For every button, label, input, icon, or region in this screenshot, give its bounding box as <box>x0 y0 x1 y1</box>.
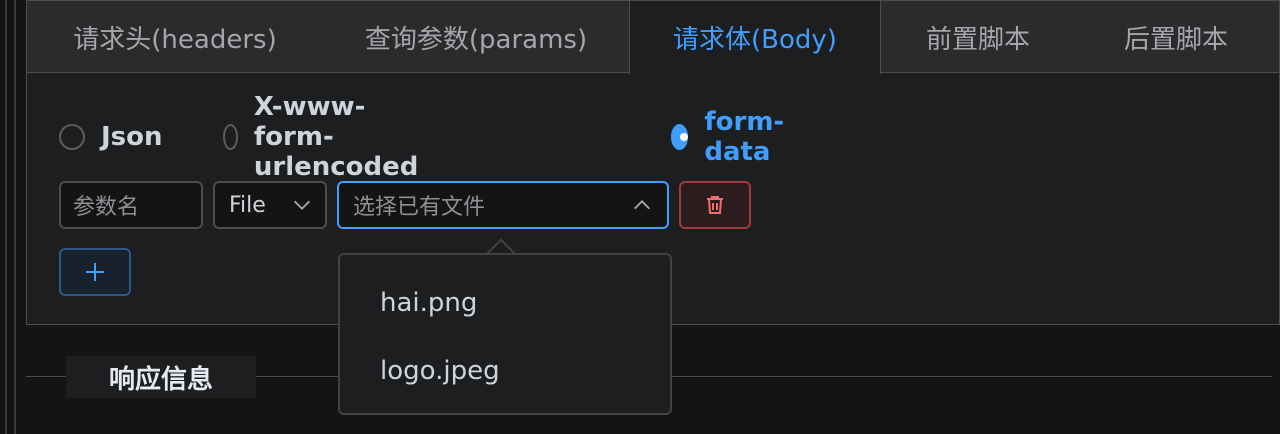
delete-row-button[interactable] <box>679 181 751 229</box>
radio-circle-icon <box>223 124 238 150</box>
file-select[interactable]: 选择已有文件 <box>337 181 669 229</box>
file-option[interactable]: hai.png <box>340 269 670 337</box>
chevron-down-icon <box>294 200 310 210</box>
file-option[interactable]: logo.jpeg <box>340 337 670 405</box>
radio-formdata[interactable]: form-data <box>671 107 793 167</box>
tab-bar: 请求头(headers) 查询参数(params) 请求体(Body) 前置脚本… <box>27 1 1279 74</box>
plus-icon <box>86 263 104 281</box>
border-line <box>14 0 16 434</box>
radio-json[interactable]: Json <box>59 119 163 155</box>
response-title: 响应信息 <box>66 356 256 398</box>
trash-icon <box>707 196 723 214</box>
tab-params[interactable]: 查询参数(params) <box>323 1 629 73</box>
param-type-select[interactable]: File <box>213 181 327 229</box>
radio-json-label: Json <box>101 122 163 152</box>
param-name-input[interactable]: 参数名 <box>59 181 203 229</box>
radio-formdata-label: form-data <box>704 107 785 167</box>
chevron-up-icon <box>634 200 650 210</box>
radio-circle-icon <box>59 124 85 150</box>
left-border-lines <box>0 0 28 434</box>
param-type-value: File <box>229 192 266 218</box>
tab-post-script[interactable]: 后置脚本 <box>1075 1 1277 73</box>
file-select-placeholder: 选择已有文件 <box>353 195 486 220</box>
file-dropdown-menu: hai.png logo.jpeg <box>338 253 672 415</box>
radio-urlencoded-label: X-www-form-urlencoded <box>253 92 419 182</box>
param-name-placeholder: 参数名 <box>73 195 140 220</box>
tab-body[interactable]: 请求体(Body) <box>629 1 881 74</box>
border-line <box>5 0 7 434</box>
radio-checked-icon <box>671 124 689 150</box>
tab-pre-script[interactable]: 前置脚本 <box>881 1 1075 73</box>
add-param-button[interactable] <box>59 248 131 296</box>
radio-urlencoded[interactable]: X-www-form-urlencoded <box>223 92 430 182</box>
tab-headers[interactable]: 请求头(headers) <box>27 1 323 73</box>
